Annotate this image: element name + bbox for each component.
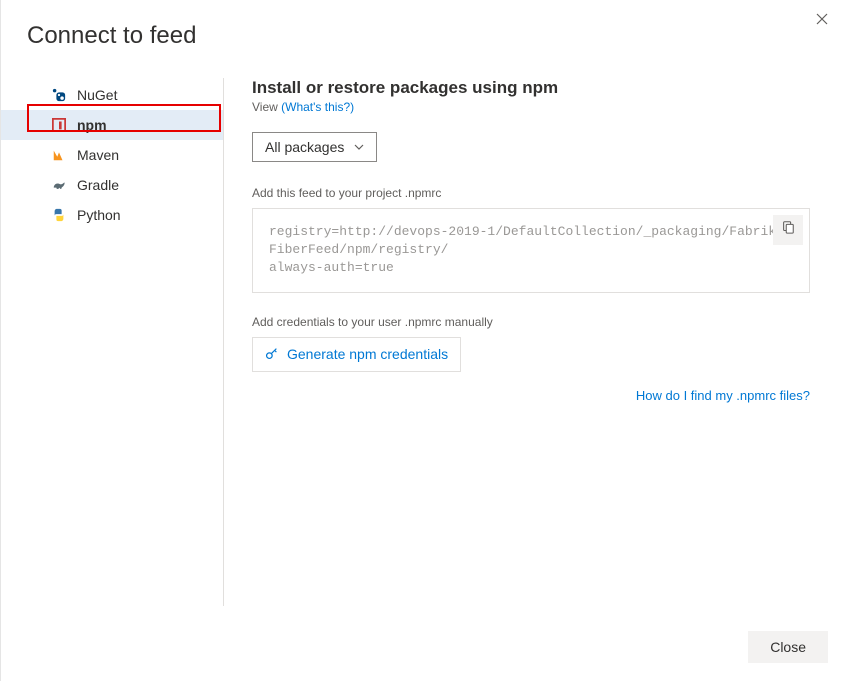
close-button[interactable]: Close: [748, 631, 828, 663]
sidebar-item-label: Maven: [77, 147, 119, 163]
copy-button[interactable]: [773, 215, 803, 245]
whats-this-link[interactable]: (What's this?): [281, 100, 354, 114]
main-heading: Install or restore packages using npm: [252, 78, 810, 98]
dropdown-value: All packages: [265, 139, 344, 155]
gradle-icon: [51, 177, 67, 193]
section-label-user-npmrc: Add credentials to your user .npmrc manu…: [252, 315, 810, 329]
chevron-down-icon: [354, 142, 364, 153]
view-row: View (What's this?): [252, 100, 810, 114]
view-label: View: [252, 100, 278, 114]
maven-icon: [51, 147, 67, 163]
python-icon: [51, 207, 67, 223]
npm-icon: [51, 117, 67, 133]
sidebar-item-label: Gradle: [77, 177, 119, 193]
sidebar: NuGet npm Maven Gradle Python: [1, 78, 223, 606]
dialog-title: Connect to feed: [1, 0, 850, 50]
main-content: Install or restore packages using npm Vi…: [224, 78, 850, 606]
npmrc-code-box: registry=http://devops-2019-1/DefaultCol…: [252, 208, 810, 293]
sidebar-item-python[interactable]: Python: [1, 200, 223, 230]
sidebar-item-label: NuGet: [77, 87, 117, 103]
copy-icon: [781, 220, 795, 240]
sidebar-item-gradle[interactable]: Gradle: [1, 170, 223, 200]
code-line: registry=http://devops-2019-1/DefaultCol…: [269, 223, 793, 259]
sidebar-item-npm[interactable]: npm: [1, 110, 223, 140]
sidebar-item-label: npm: [77, 117, 107, 133]
find-npmrc-help-link[interactable]: How do I find my .npmrc files?: [636, 388, 810, 403]
generate-credentials-label: Generate npm credentials: [287, 346, 448, 362]
view-dropdown[interactable]: All packages: [252, 132, 377, 162]
close-icon[interactable]: [808, 8, 836, 34]
code-line: always-auth=true: [269, 259, 793, 277]
sidebar-item-nuget[interactable]: NuGet: [1, 80, 223, 110]
generate-credentials-button[interactable]: Generate npm credentials: [252, 337, 461, 372]
section-label-project-npmrc: Add this feed to your project .npmrc: [252, 186, 810, 200]
key-icon: [265, 346, 279, 363]
nuget-icon: [51, 87, 67, 103]
sidebar-item-maven[interactable]: Maven: [1, 140, 223, 170]
sidebar-item-label: Python: [77, 207, 121, 223]
